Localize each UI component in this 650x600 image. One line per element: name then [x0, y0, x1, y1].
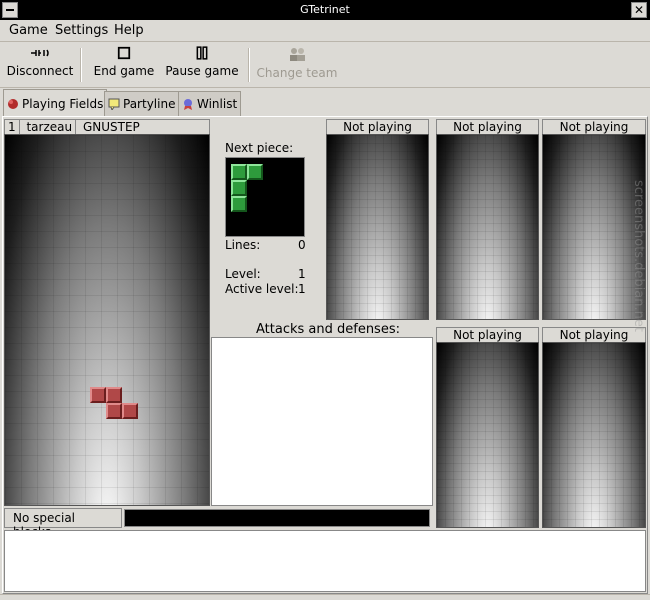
player-number: 1: [5, 120, 20, 134]
player-team: GNUSTEP: [82, 120, 140, 134]
tab-partyline[interactable]: Partyline: [104, 91, 180, 116]
field-grid: [437, 135, 538, 319]
opponent-header: Not playing: [542, 119, 646, 135]
stop-icon: [117, 46, 131, 60]
green-block: [231, 196, 247, 212]
level-value: 1: [298, 267, 306, 281]
menu-help[interactable]: Help: [114, 23, 144, 38]
close-button[interactable]: ✕: [631, 2, 647, 18]
disconnect-icon: [31, 49, 49, 57]
opponent-field: [326, 134, 429, 320]
player-field: [4, 134, 210, 506]
attacks-log[interactable]: [211, 337, 433, 506]
end-game-button[interactable]: End game: [92, 46, 156, 78]
tab-label: Partyline: [123, 97, 176, 111]
red-block: [106, 387, 122, 403]
pause-game-label: Pause game: [165, 64, 239, 78]
toolbar: Disconnect End game Pause game Change te…: [0, 42, 650, 88]
lines-value: 0: [298, 238, 306, 252]
player-field-header: 1 tarzeau GNUSTEP: [4, 119, 210, 135]
red-block: [90, 387, 106, 403]
field-grid: [437, 343, 538, 527]
end-game-label: End game: [93, 64, 155, 78]
menu-bar: Game Settings Help: [0, 20, 650, 42]
tab-winlist[interactable]: Winlist: [178, 91, 242, 116]
level-label: Level:: [225, 267, 261, 281]
green-block: [231, 180, 247, 196]
red-block: [122, 403, 138, 419]
tab-playing-fields[interactable]: Playing Fields: [3, 89, 108, 117]
watermark: screenshots.debian.net: [631, 180, 646, 332]
field-grid: [327, 135, 428, 319]
close-icon: ✕: [633, 3, 645, 17]
opponent-field: [436, 134, 539, 320]
change-team-icon: [290, 48, 305, 61]
attacks-label: Attacks and defenses:: [256, 322, 400, 337]
status-bar: [0, 594, 650, 600]
opponent-header: Not playing: [436, 119, 539, 135]
winlist-icon: [184, 99, 192, 110]
window-title: GTetrinet: [300, 3, 350, 16]
lines-label: Lines:: [225, 238, 261, 252]
green-block: [231, 164, 247, 180]
active-level-value: 1: [298, 282, 306, 296]
disconnect-label: Disconnect: [6, 64, 74, 78]
toolbar-separator: [80, 48, 82, 82]
green-block: [247, 164, 263, 180]
pause-game-button[interactable]: Pause game: [164, 46, 240, 78]
tab-label: Playing Fields: [22, 96, 104, 111]
toolbar-separator: [248, 48, 250, 82]
player-name: tarzeau: [23, 120, 77, 134]
window-menu-icon: [6, 9, 14, 11]
playing-fields-icon: [8, 98, 18, 109]
field-grid: [5, 135, 209, 505]
window-menu-button[interactable]: [2, 2, 18, 18]
partyline-icon: [108, 98, 120, 110]
red-block: [106, 403, 122, 419]
message-area[interactable]: [4, 530, 646, 592]
special-blocks-bar: No special blocks: [4, 508, 430, 539]
opponent-header: Not playing: [436, 327, 539, 343]
special-blocks-label: No special blocks: [4, 508, 122, 539]
opponent-field: [436, 342, 539, 528]
special-blocks-queue: [124, 509, 430, 527]
menu-settings[interactable]: Settings: [55, 23, 108, 38]
menu-game[interactable]: Game: [9, 23, 48, 38]
next-piece-box: [225, 157, 305, 237]
change-team-button[interactable]: Change team: [256, 46, 338, 80]
next-piece-label: Next piece:: [225, 141, 294, 155]
change-team-label: Change team: [256, 66, 338, 80]
active-level-label: Active level:: [225, 282, 299, 296]
opponent-header: Not playing: [326, 119, 429, 135]
disconnect-button[interactable]: Disconnect: [6, 46, 74, 78]
pause-icon: [196, 46, 208, 60]
title-bar: GTetrinet: [0, 0, 650, 20]
tab-label: Winlist: [197, 97, 238, 111]
tab-bar: Playing Fields Partyline Winlist: [0, 89, 650, 117]
